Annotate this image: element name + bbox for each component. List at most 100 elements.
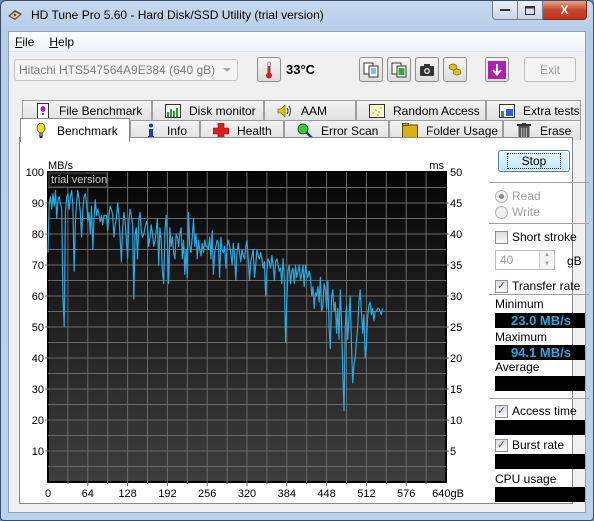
tab-strip: File Benchmark Disk monitor AAM Random A… (9, 92, 585, 142)
window-title: HD Tune Pro 5.60 - Hard Disk/SSD Utility… (31, 8, 324, 22)
random-access-icon (369, 103, 385, 119)
read-radio[interactable]: Read (495, 189, 541, 203)
camera-icon (420, 63, 434, 76)
save-download-button[interactable] (485, 57, 509, 82)
x-tick-label: 576 (397, 488, 415, 500)
extra-tests-icon (499, 103, 515, 119)
speaker-icon (277, 103, 293, 119)
transfer-rate-checkbox[interactable]: ✓ Transfer rate (495, 279, 580, 293)
y-tick-label: 60 (32, 291, 44, 303)
minimize-button[interactable] (492, 1, 518, 20)
y2-tick-label: 15 (450, 384, 462, 396)
minimize-icon (500, 9, 510, 11)
short-stroke-checkbox[interactable]: Short stroke (495, 230, 577, 244)
menu-file[interactable]: File (15, 35, 34, 49)
y-tick-label: 40 (32, 353, 44, 365)
y2-tick-label: 30 (450, 291, 462, 303)
short-stroke-size-stepper[interactable]: 40 ▲ ▼ (495, 250, 555, 270)
y2-axis-label: ms (429, 160, 444, 172)
y-tick-label: 20 (32, 415, 44, 427)
copy-text-button[interactable] (359, 57, 383, 82)
thermometer-icon (266, 61, 272, 78)
y2-tick-label: 35 (450, 260, 462, 272)
close-icon: X (560, 3, 569, 17)
x-tick-label: 640gB (432, 488, 464, 500)
access-time-readout (495, 420, 585, 435)
x-tick-label: 128 (118, 488, 136, 500)
minimum-readout: 23.0 MB/s (495, 313, 585, 328)
app-window: HD Tune Pro 5.60 - Hard Disk/SSD Utility… (0, 0, 594, 521)
lightbulb-icon (33, 122, 49, 139)
exit-button[interactable]: Exit (524, 57, 576, 82)
y-tick-label: 30 (32, 384, 44, 396)
short-stroke-unit: gB (567, 254, 582, 268)
temperature-button[interactable] (257, 57, 281, 82)
y2-tick-label: 40 (450, 229, 462, 241)
divider (489, 182, 589, 183)
checkmark-icon: ✓ (495, 438, 508, 452)
window-controls: X (492, 1, 587, 20)
app-disk-icon (8, 10, 22, 20)
drive-select[interactable]: Hitachi HTS547564A9E384 (640 gB) (14, 59, 238, 81)
y-tick-label: 10 (32, 446, 44, 458)
burst-rate-checkbox[interactable]: ✓ Burst rate (495, 438, 564, 452)
spin-up-icon[interactable]: ▲ (540, 251, 554, 260)
tab-disk-monitor[interactable]: Disk monitor (152, 100, 264, 120)
average-label: Average (495, 360, 540, 374)
y-tick-label: 90 (32, 198, 44, 210)
download-icon (488, 60, 506, 79)
y-axis-label: MB/s (48, 160, 74, 172)
coins-icon (448, 63, 462, 75)
maximum-readout: 94.1 MB/s (495, 345, 585, 360)
x-tick-label: 512 (357, 488, 375, 500)
transfer-rate-chart: 0 64 128 192 256 320 384 448 512 576 640gB 10 20 30 40… (26, 160, 464, 500)
screenshot-button[interactable] (415, 57, 439, 82)
chevron-down-icon (223, 68, 231, 72)
radio-unselected (495, 205, 508, 219)
x-tick-label: 0 (45, 488, 51, 500)
checkmark-icon: ✓ (495, 404, 508, 418)
cpu-usage-label: CPU usage (495, 472, 557, 486)
copy-image-icon (391, 62, 407, 77)
access-time-checkbox[interactable]: ✓ Access time (495, 404, 577, 418)
maximum-label: Maximum (495, 330, 548, 344)
toolbar: Hitachi HTS547564A9E384 (640 gB) 33°C Ex… (9, 53, 585, 91)
checkbox-unchecked (495, 230, 508, 244)
stop-button[interactable]: Stop (498, 150, 570, 172)
tab-benchmark[interactable]: Benchmark (20, 118, 130, 142)
y2-tick-label: 5 (450, 446, 456, 458)
options-button[interactable] (443, 57, 467, 82)
copy-text-icon (363, 62, 379, 77)
maximize-button[interactable] (518, 1, 543, 20)
minimum-label: Minimum (495, 297, 544, 311)
average-readout (495, 376, 585, 391)
y-tick-label: 70 (32, 260, 44, 272)
tab-file-benchmark[interactable]: File Benchmark (22, 100, 152, 120)
y2-tick-label: 10 (450, 415, 462, 427)
radio-selected (495, 189, 508, 203)
x-tick-label: 384 (278, 488, 296, 500)
close-button[interactable]: X (543, 1, 587, 20)
x-tick-label: 256 (198, 488, 216, 500)
tab-random-access[interactable]: Random Access (356, 100, 486, 120)
y-tick-label: 80 (32, 229, 44, 241)
file-benchmark-icon (35, 102, 51, 119)
cpu-usage-readout (495, 487, 585, 502)
temperature-readout: 33°C (286, 62, 316, 77)
spin-down-icon[interactable]: ▼ (540, 260, 554, 269)
y2-tick-label: 50 (450, 167, 462, 179)
copy-image-button[interactable] (387, 57, 411, 82)
menu-bar: File Help (9, 32, 585, 52)
y2-tick-label: 25 (450, 322, 462, 334)
menu-help[interactable]: Help (49, 35, 74, 49)
write-radio[interactable]: Write (495, 205, 540, 219)
tab-extra-tests[interactable]: Extra tests (486, 100, 581, 120)
x-tick-label: 448 (317, 488, 335, 500)
disk-monitor-icon (165, 103, 181, 119)
x-tick-label: 192 (158, 488, 176, 500)
x-tick-label: 320 (238, 488, 256, 500)
maximize-icon (525, 5, 535, 15)
checkmark-icon: ✓ (495, 279, 508, 293)
x-tick-label: 64 (82, 488, 94, 500)
tab-aam[interactable]: AAM (264, 100, 356, 120)
